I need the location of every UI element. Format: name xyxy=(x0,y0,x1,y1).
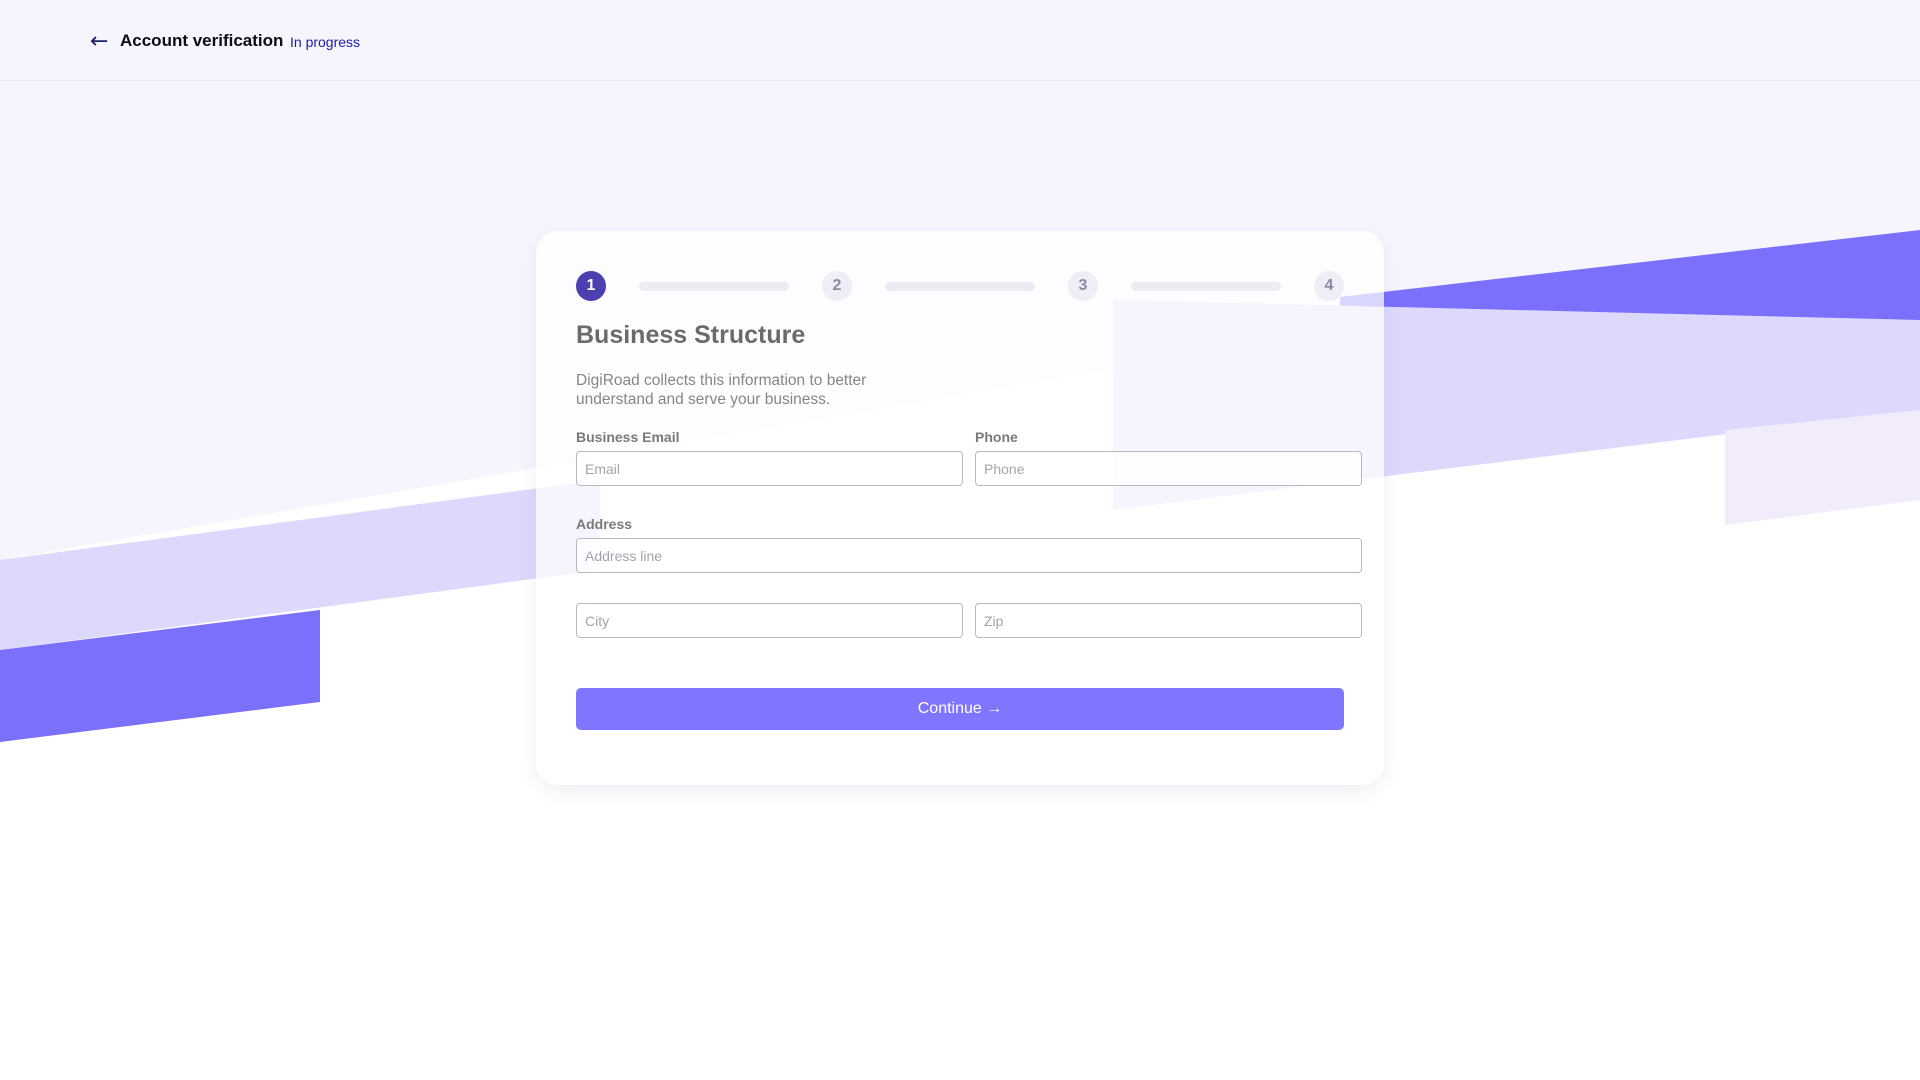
continue-button[interactable]: Continue → xyxy=(576,688,1344,730)
page: ← Account verification In progress 1 2 3… xyxy=(0,0,1920,1080)
step-3-indicator: 3 xyxy=(1068,271,1098,301)
form-heading: Business Structure xyxy=(576,321,806,349)
step-connector-1 xyxy=(639,282,789,291)
arrow-left-icon[interactable]: ← xyxy=(90,30,110,54)
step-1-indicator: 1 xyxy=(576,271,606,301)
business-email-label: Business Email xyxy=(576,429,680,445)
status-badge: In progress xyxy=(290,34,361,50)
page-title: Account verification xyxy=(120,31,284,50)
step-connector-2 xyxy=(885,282,1035,291)
step-4-indicator: 4 xyxy=(1314,271,1344,301)
stripe-right-pink xyxy=(1725,410,1920,525)
form-description: DigiRoad collects this information to be… xyxy=(576,372,867,408)
top-bar: ← Account verification In progress xyxy=(0,0,1920,81)
zip-input[interactable] xyxy=(975,603,1362,638)
address-label: Address xyxy=(576,516,633,532)
step-2-indicator: 2 xyxy=(822,271,852,301)
city-input[interactable] xyxy=(576,603,963,638)
verification-card: 1 2 3 4 Business Structure DigiRoad coll… xyxy=(536,231,1384,785)
step-connector-3 xyxy=(1131,282,1281,291)
phone-input[interactable] xyxy=(975,451,1362,486)
business-email-input[interactable] xyxy=(576,451,963,486)
address-line-input[interactable] xyxy=(576,538,1362,573)
phone-label: Phone xyxy=(975,429,1018,445)
